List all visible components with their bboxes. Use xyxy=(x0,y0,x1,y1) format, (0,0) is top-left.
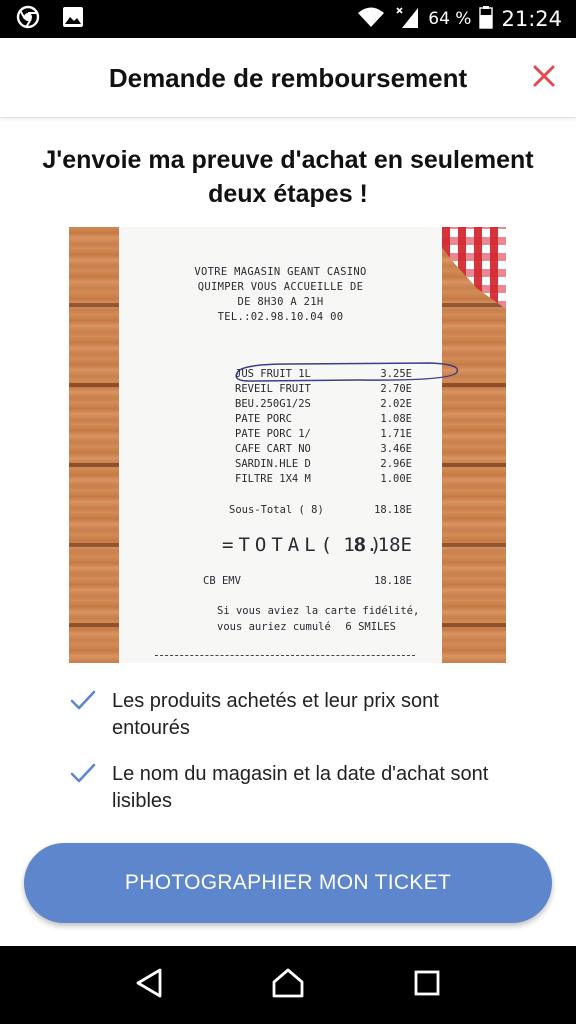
receipt-paper: VOTRE MAGASIN GEANT CASINO QUIMPER VOUS … xyxy=(119,227,459,663)
battery-icon xyxy=(479,5,494,34)
checklist-text: Les produits achetés et leur prix sont e… xyxy=(112,690,439,739)
receipt-footer-line: Si vous aviez la carte fidélité, xyxy=(119,605,442,621)
checklist-text: Le nom du magasin et la date d'achat son… xyxy=(112,763,489,812)
status-bar: 64 % 21:24 xyxy=(0,0,576,38)
receipt-item: PATE PORC 1.08E xyxy=(119,413,442,428)
chrome-icon xyxy=(16,5,40,34)
signal-icon xyxy=(394,4,420,35)
receipt-store-line: TEL.:02.98.10.04 00 xyxy=(217,311,344,323)
clock: 21:24 xyxy=(501,7,562,31)
receipt-item-name: BEU.250G1/2S xyxy=(235,398,311,410)
receipt-item-name: REVEIL FRUIT xyxy=(235,383,311,395)
receipt-item-price: 3.25E xyxy=(380,368,412,380)
receipt-item-price: 1.08E xyxy=(380,413,412,425)
receipt-item-price: 1.00E xyxy=(380,473,412,485)
receipt-store-line: QUIMPER VOUS ACCUEILLE DE xyxy=(197,281,364,293)
receipt-example-image: VOTRE MAGASIN GEANT CASINO QUIMPER VOUS … xyxy=(69,227,506,663)
receipt-item-name: PATE PORC xyxy=(235,413,292,425)
receipt-total: =TOTAL( 8) 18.18E xyxy=(119,534,442,558)
recents-button[interactable] xyxy=(403,961,451,1009)
back-button[interactable] xyxy=(125,961,173,1009)
system-nav-bar xyxy=(0,946,576,1024)
receipt-item-name: CAFE CART NO xyxy=(235,443,311,455)
wifi-icon xyxy=(356,5,386,34)
receipt-smiles: 6 SMILES xyxy=(345,621,396,633)
receipt-payment-label: CB EMV xyxy=(203,575,241,587)
receipt-item-price: 3.46E xyxy=(380,443,412,455)
receipt-store-line: DE 8H30 A 21H xyxy=(237,296,324,308)
receipt-item: FILTRE 1X4 M 1.00E xyxy=(119,473,442,488)
receipt-item: BEU.250G1/2S 2.02E xyxy=(119,398,442,413)
check-icon xyxy=(70,763,96,785)
receipt-item: SARDIN.HLE D 2.96E xyxy=(119,458,442,473)
headline: J'envoie ma preuve d'achat en seulement … xyxy=(42,146,534,208)
receipt-item-name: PATE PORC 1/ xyxy=(235,428,311,440)
receipt-store-line: VOTRE MAGASIN GEANT CASINO xyxy=(194,266,367,278)
receipt-item-name: FILTRE 1X4 M xyxy=(235,473,311,485)
home-button[interactable] xyxy=(264,961,312,1009)
home-icon xyxy=(271,967,305,1004)
receipt-payment-value: 18.18E xyxy=(374,575,412,587)
receipt-footer-text: Si vous aviez la carte fidélité, xyxy=(217,605,420,617)
receipt-item: PATE PORC 1/ 1.71E xyxy=(119,428,442,443)
receipt-divider xyxy=(155,655,415,656)
image-icon xyxy=(62,6,84,33)
receipt-store-header: VOTRE MAGASIN GEANT CASINO QUIMPER VOUS … xyxy=(119,265,442,325)
recents-icon xyxy=(413,969,441,1002)
receipt-subtotal: Sous-Total ( 8) 18.18E xyxy=(119,504,442,520)
receipt-subtotal-value: 18.18E xyxy=(374,504,412,516)
back-icon xyxy=(134,967,164,1004)
receipt-total-value: 18.18E xyxy=(343,534,412,556)
wood-background-left xyxy=(69,227,119,663)
battery-percent: 64 % xyxy=(428,9,472,29)
app-header: Demande de remboursement xyxy=(0,38,576,118)
page-title: Demande de remboursement xyxy=(108,63,468,93)
receipt-footer-text: vous auriez cumulé xyxy=(217,621,331,633)
receipt-footer-line: vous auriez cumulé 6 SMILES xyxy=(119,621,442,637)
receipt-item-price: 2.02E xyxy=(380,398,412,410)
receipt-payment: CB EMV 18.18E xyxy=(119,575,442,591)
receipt-item-name: SARDIN.HLE D xyxy=(235,458,311,470)
receipt-item-price: 1.71E xyxy=(380,428,412,440)
receipt-subtotal-label: Sous-Total ( 8) xyxy=(229,504,324,516)
receipt-item: JUS FRUIT 1L 3.25E xyxy=(119,368,442,383)
close-icon xyxy=(532,64,556,93)
receipt-item: REVEIL FRUIT 2.70E xyxy=(119,383,442,398)
receipt-item-price: 2.96E xyxy=(380,458,412,470)
close-button[interactable] xyxy=(526,60,562,96)
receipt-item-name: JUS FRUIT 1L xyxy=(235,368,311,380)
receipt-item: CAFE CART NO 3.46E xyxy=(119,443,442,458)
check-icon xyxy=(70,690,96,712)
receipt-item-price: 2.70E xyxy=(380,383,412,395)
photograph-ticket-button[interactable]: PHOTOGRAPHIER MON TICKET xyxy=(24,843,552,923)
